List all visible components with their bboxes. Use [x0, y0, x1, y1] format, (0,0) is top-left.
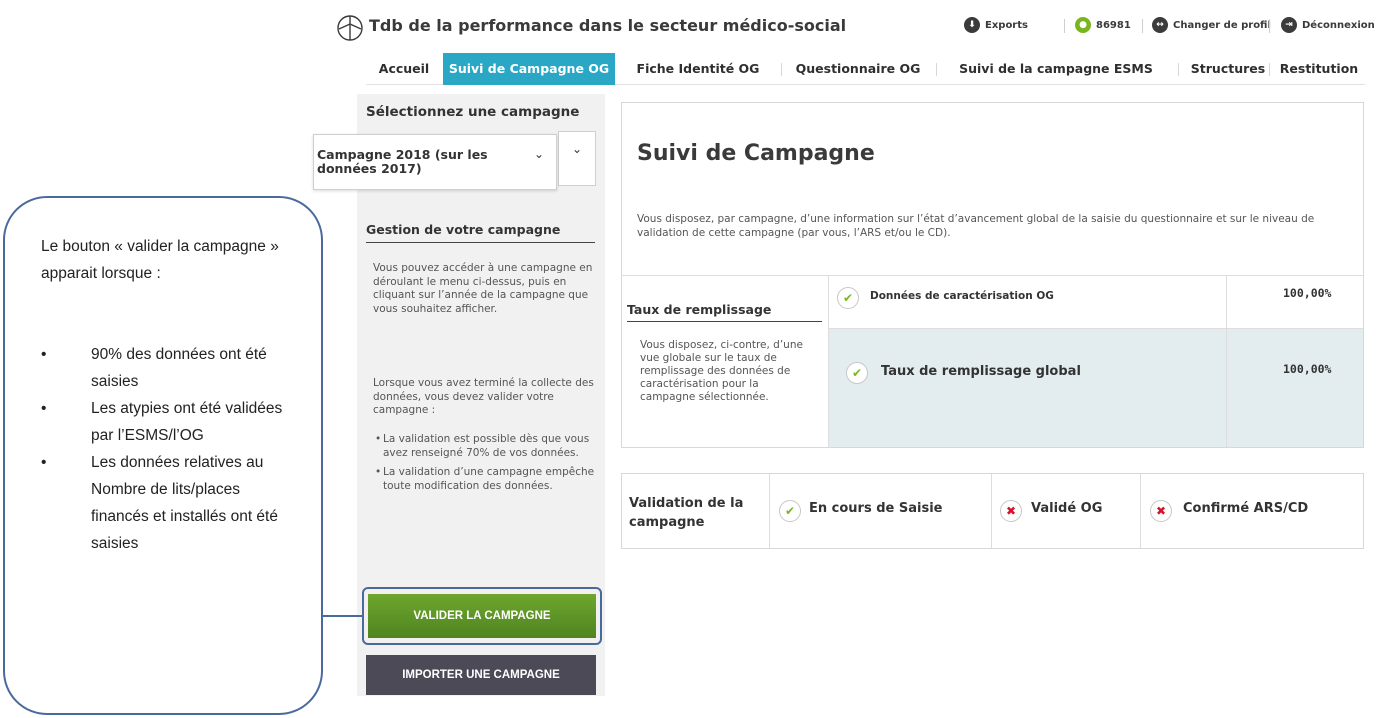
- check-icon: ✔: [837, 287, 859, 309]
- fill-rate-description: Vous disposez, ci-contre, d’une vue glob…: [640, 339, 803, 403]
- divider: [828, 276, 829, 447]
- campaign-select-label: Sélectionnez une campagne: [366, 104, 580, 120]
- management-intro: Vous pouvez accéder à une campagne en dé…: [373, 262, 593, 315]
- fill-rate-title: Taux de remplissage: [627, 302, 822, 322]
- status-in-progress: En cours de Saisie: [809, 501, 943, 516]
- exports-link[interactable]: ⬇ Exports: [964, 17, 1028, 33]
- chevron-down-icon: ⌄: [571, 142, 583, 156]
- status-validated-og: Validé OG: [1031, 501, 1103, 516]
- list-item: La validation d’une campagne empêche tou…: [373, 466, 595, 493]
- user-icon: ●: [1075, 17, 1091, 33]
- cross-icon: ✖: [1150, 500, 1172, 522]
- header-divider: [1064, 19, 1065, 33]
- app-title: Tdb de la performance dans le secteur mé…: [369, 16, 847, 35]
- characterisation-data-label: Données de caractérisation OG: [870, 290, 1054, 302]
- management-title: Gestion de votre campagne: [366, 222, 595, 243]
- download-icon: ⬇: [964, 17, 980, 33]
- global-fill-rate-value: 100,00%: [1283, 362, 1332, 376]
- main-nav: Accueil Suivi de Campagne OG Fiche Ident…: [366, 53, 1365, 85]
- callout-connector: [323, 615, 364, 617]
- divider: [829, 328, 1363, 329]
- header-divider: [1142, 19, 1143, 33]
- page-description: Vous disposez, par campagne, d’une infor…: [637, 213, 1315, 239]
- divider: [1140, 474, 1141, 548]
- exports-label: Exports: [985, 19, 1028, 31]
- list-item: Les atypies ont été validées par l’ESMS/…: [41, 395, 301, 449]
- callout-intro: Le bouton « valider la campagne » appara…: [41, 238, 279, 282]
- swap-profile-icon: ↔: [1152, 17, 1168, 33]
- campaign-select[interactable]: Campagne 2018 (sur les données 2017) ⌄: [313, 134, 557, 190]
- tab-questionnaire-og[interactable]: Questionnaire OG: [785, 53, 931, 85]
- app-logo-icon: [337, 15, 363, 41]
- characterisation-data-value: 100,00%: [1283, 286, 1332, 300]
- tab-structures[interactable]: Structures: [1180, 53, 1276, 85]
- divider: [769, 474, 770, 548]
- tab-restitution[interactable]: Restitution: [1274, 53, 1364, 85]
- validation-intro: Lorsque vous avez terminé la collecte de…: [373, 377, 594, 416]
- check-icon: ✔: [779, 500, 801, 522]
- cross-icon: ✖: [1000, 500, 1022, 522]
- list-item: 90% des données ont été saisies: [41, 341, 301, 395]
- list-item: Les données relatives au Nombre de lits/…: [41, 449, 301, 557]
- change-profile-label: Changer de profil: [1173, 19, 1271, 31]
- logout-label: Déconnexion: [1302, 19, 1375, 31]
- change-profile-link[interactable]: ↔ Changer de profil: [1152, 17, 1271, 33]
- user-id: 86981: [1096, 19, 1131, 31]
- tab-fiche-identite-og[interactable]: Fiche Identité OG: [620, 53, 776, 85]
- chevron-down-icon: ⌄: [533, 147, 544, 161]
- tab-suivi-campagne-og[interactable]: Suivi de Campagne OG: [443, 53, 615, 85]
- callout-list: 90% des données ont été saisies Les atyp…: [41, 341, 301, 557]
- tab-accueil[interactable]: Accueil: [366, 53, 442, 85]
- nav-divider: [1178, 63, 1179, 76]
- divider: [1226, 276, 1227, 447]
- nav-divider: [781, 63, 782, 76]
- global-fill-rate-label: Taux de remplissage global: [881, 364, 1081, 379]
- global-rate-row-bg: [829, 329, 1363, 447]
- nav-divider: [1269, 63, 1270, 76]
- check-icon: ✔: [846, 362, 868, 384]
- divider: [622, 275, 1363, 276]
- divider: [991, 474, 992, 548]
- list-item: La validation est possible dès que vous …: [373, 433, 595, 460]
- validate-campaign-button[interactable]: VALIDER LA CAMPAGNE: [368, 594, 596, 638]
- page-title: Suivi de Campagne: [637, 141, 875, 166]
- logout-icon: ⇥: [1281, 17, 1297, 33]
- validation-title: Validation de la campagne: [629, 496, 744, 530]
- validation-rules: La validation est possible dès que vous …: [373, 433, 595, 499]
- logout-link[interactable]: ⇥ Déconnexion: [1281, 17, 1375, 33]
- nav-divider: [936, 63, 937, 76]
- import-campaign-button[interactable]: IMPORTER UNE CAMPAGNE: [366, 655, 596, 695]
- campaign-select-value: Campagne 2018 (sur les données 2017): [317, 147, 488, 176]
- tab-suivi-campagne-esms[interactable]: Suivi de la campagne ESMS: [941, 53, 1171, 85]
- header-divider: [1269, 19, 1270, 33]
- user-link[interactable]: ● 86981: [1075, 17, 1131, 33]
- status-confirmed-ars-cd: Confirmé ARS/CD: [1183, 501, 1309, 516]
- campaign-dropdown-toggle[interactable]: ⌄: [558, 131, 596, 186]
